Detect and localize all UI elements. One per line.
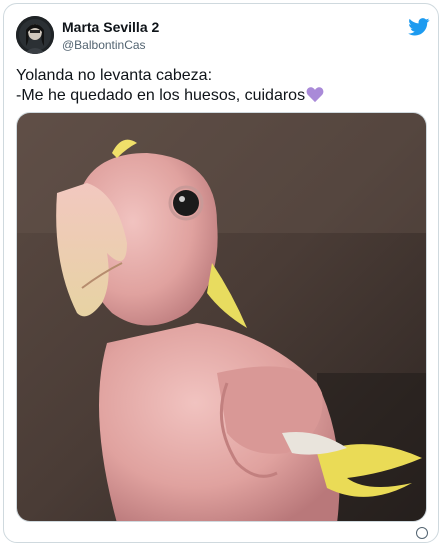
avatar-image (16, 16, 54, 54)
twitter-bird-icon[interactable] (408, 18, 430, 36)
purple-heart-icon (306, 87, 324, 103)
author-display-name[interactable]: Marta Sevilla 2 (62, 19, 159, 35)
tweet-text-line-2: -Me he quedado en los huesos, cuidaros (16, 86, 426, 106)
info-circle-icon[interactable] (416, 527, 428, 539)
plucked-parrot-photo (17, 113, 426, 521)
tweet-text-line-2-content: -Me he quedado en los huesos, cuidaros (16, 87, 306, 104)
tweet-text: Yolanda no levanta cabeza: -Me he quedad… (16, 66, 426, 106)
tweet-text-line-1: Yolanda no levanta cabeza: (16, 67, 213, 84)
author-handle[interactable]: @BalbontinCas (62, 38, 146, 52)
tweet-media-photo[interactable] (16, 112, 427, 522)
avatar[interactable] (16, 16, 54, 54)
